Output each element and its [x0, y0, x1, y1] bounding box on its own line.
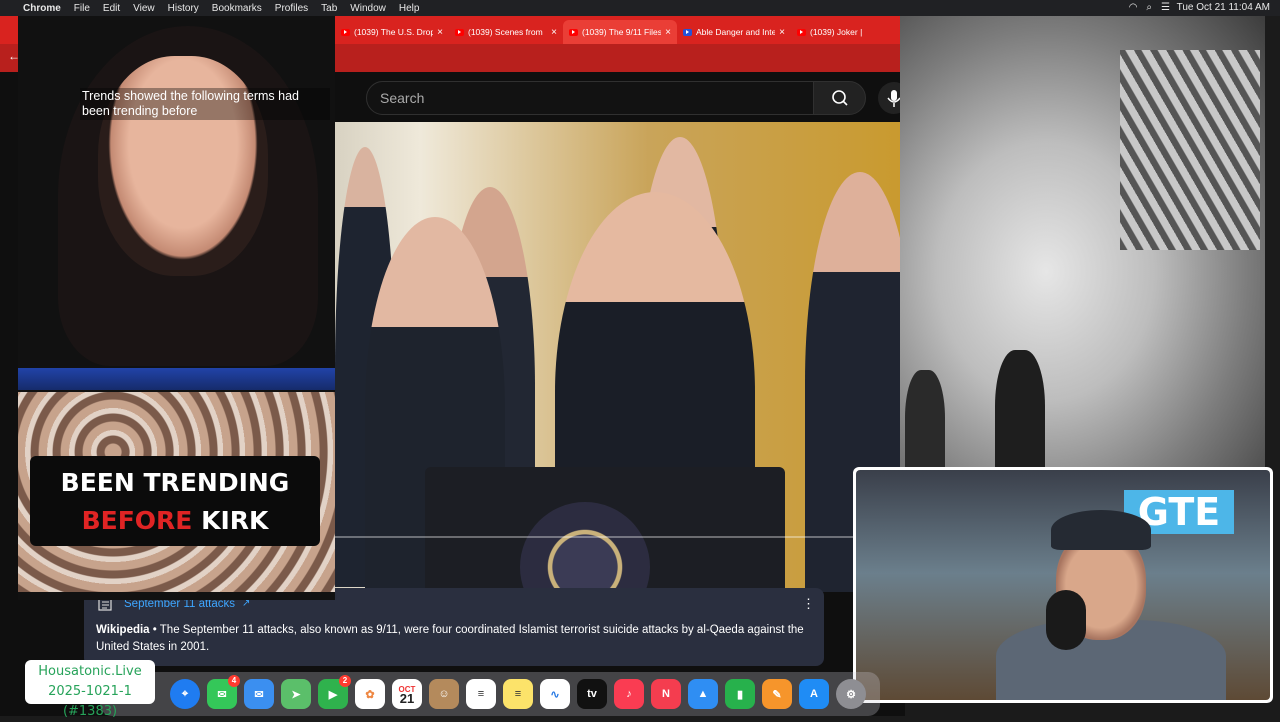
banner-line-1: BEEN TRENDING	[60, 468, 290, 497]
close-icon[interactable]: ×	[779, 27, 785, 38]
menu-bookmarks[interactable]: Bookmarks	[212, 3, 262, 14]
keynote-icon[interactable]: ▲	[688, 679, 718, 709]
youtube-icon	[455, 28, 464, 36]
banner-line-2: BEFORE KIRK	[30, 502, 320, 540]
tab-title: (1039) The U.S. Drop	[354, 27, 434, 37]
info-source: Wikipedia	[96, 624, 150, 636]
tab-title: (1039) Joker |	[810, 27, 863, 37]
play-blue-icon	[683, 28, 692, 36]
menu-help[interactable]: Help	[399, 3, 420, 14]
search-icon[interactable]: ⌕	[1146, 2, 1152, 13]
close-icon[interactable]: ×	[437, 27, 443, 38]
messages-badge: 4	[228, 675, 240, 687]
dock: ⌖ ✉ 4 ✉ ➤ ▶ 2 ✿ OCT 21 ☺ ≡ ≡ ∿ tv ♪ N ▲ ▮ ✎…	[100, 672, 880, 716]
calendar-icon[interactable]: OCT 21	[392, 679, 422, 709]
search-input[interactable]: Search	[366, 81, 814, 115]
tab-3-active[interactable]: (1039) The 9/11 Files ×	[563, 20, 677, 44]
numbers-icon[interactable]: ▮	[725, 679, 755, 709]
menu-view[interactable]: View	[133, 3, 155, 14]
ground-zero-photo	[900, 10, 1265, 486]
safari-icon[interactable]: ⌖	[170, 679, 200, 709]
close-icon[interactable]: ×	[551, 27, 557, 38]
contacts-icon[interactable]: ☺	[429, 679, 459, 709]
menu-file[interactable]: File	[74, 3, 90, 14]
tab-title: (1039) The 9/11 Files	[582, 27, 662, 37]
youtube-icon	[797, 28, 806, 36]
menu-tab[interactable]: Tab	[321, 3, 337, 14]
apple-tv-icon[interactable]: tv	[577, 679, 607, 709]
banner-white-word: KIRK	[201, 506, 269, 535]
debris	[1120, 50, 1260, 250]
menu-profiles[interactable]: Profiles	[275, 3, 308, 14]
overlay-subtitle: Trends showed the following terms had be…	[80, 88, 330, 120]
trending-banner: BEEN TRENDING BEFORE KIRK	[30, 456, 320, 546]
freeform-icon[interactable]: ∿	[540, 679, 570, 709]
wifi-icon[interactable]: ◠	[1129, 2, 1138, 13]
video-progress-bar[interactable]	[335, 536, 905, 538]
studio-feed: GTE	[856, 470, 1270, 700]
badge-title: Housatonic.Live	[38, 664, 142, 679]
overlay-divider	[18, 368, 335, 390]
facetime-badge: 2	[339, 675, 351, 687]
more-options-icon[interactable]: ⋮	[802, 596, 815, 612]
tab-5[interactable]: (1039) Joker |	[791, 20, 905, 44]
notes-icon[interactable]: ≡	[503, 679, 533, 709]
messages-icon[interactable]: ✉ 4	[207, 675, 240, 709]
host-webcam: GTE	[853, 467, 1273, 703]
search-button[interactable]	[813, 81, 866, 115]
reminders-icon[interactable]: ≡	[466, 679, 496, 709]
tab-1[interactable]: (1039) The U.S. Drop ×	[335, 20, 449, 44]
badge-episode: 2025-1021-1 (#1383)	[48, 684, 132, 719]
video-player[interactable]	[335, 122, 905, 592]
tab-title: (1039) Scenes from	[468, 27, 543, 37]
control-center-icon[interactable]: ☰	[1161, 2, 1170, 13]
tab-title: Able Danger and Inte	[696, 27, 776, 37]
firefighter-figure	[995, 350, 1045, 486]
tab-4[interactable]: Able Danger and Inte ×	[677, 20, 791, 44]
info-description: • The September 11 attacks, also known a…	[96, 624, 804, 653]
microphone-icon	[1046, 590, 1086, 650]
close-icon[interactable]: ×	[665, 27, 671, 38]
mail-icon[interactable]: ✉	[244, 679, 274, 709]
menu-edit[interactable]: Edit	[103, 3, 120, 14]
photos-icon[interactable]: ✿	[355, 679, 385, 709]
system-settings-icon[interactable]: ⚙	[836, 679, 866, 709]
maps-icon[interactable]: ➤	[281, 679, 311, 709]
menu-history[interactable]: History	[168, 3, 199, 14]
host-cap	[1051, 510, 1151, 550]
left-video-overlay: Trends showed the following terms had be…	[18, 16, 335, 600]
status-icons: ◠ ⌕ ☰	[1129, 2, 1170, 13]
menu-bar: Chrome File Edit View History Bookmarks …	[0, 0, 1280, 16]
youtube-icon	[569, 28, 578, 36]
banner-red-word: BEFORE	[81, 506, 193, 535]
calendar-day: 21	[399, 691, 415, 706]
tab-2[interactable]: (1039) Scenes from ×	[449, 20, 563, 44]
pages-icon[interactable]: ✎	[762, 679, 792, 709]
youtube-icon	[341, 28, 350, 36]
music-icon[interactable]: ♪	[614, 679, 644, 709]
info-panel-text: Wikipedia • The September 11 attacks, al…	[96, 622, 811, 656]
menu-clock[interactable]: Tue Oct 21 11:04 AM	[1177, 2, 1270, 13]
app-store-icon[interactable]: A	[799, 679, 829, 709]
stream-badge: Housatonic.Live 2025-1021-1 (#1383)	[25, 660, 155, 719]
facetime-icon[interactable]: ▶ 2	[318, 675, 351, 709]
menu-window[interactable]: Window	[350, 3, 386, 14]
news-icon[interactable]: N	[651, 679, 681, 709]
search-icon	[832, 90, 848, 106]
menu-app-name[interactable]: Chrome	[23, 3, 61, 14]
